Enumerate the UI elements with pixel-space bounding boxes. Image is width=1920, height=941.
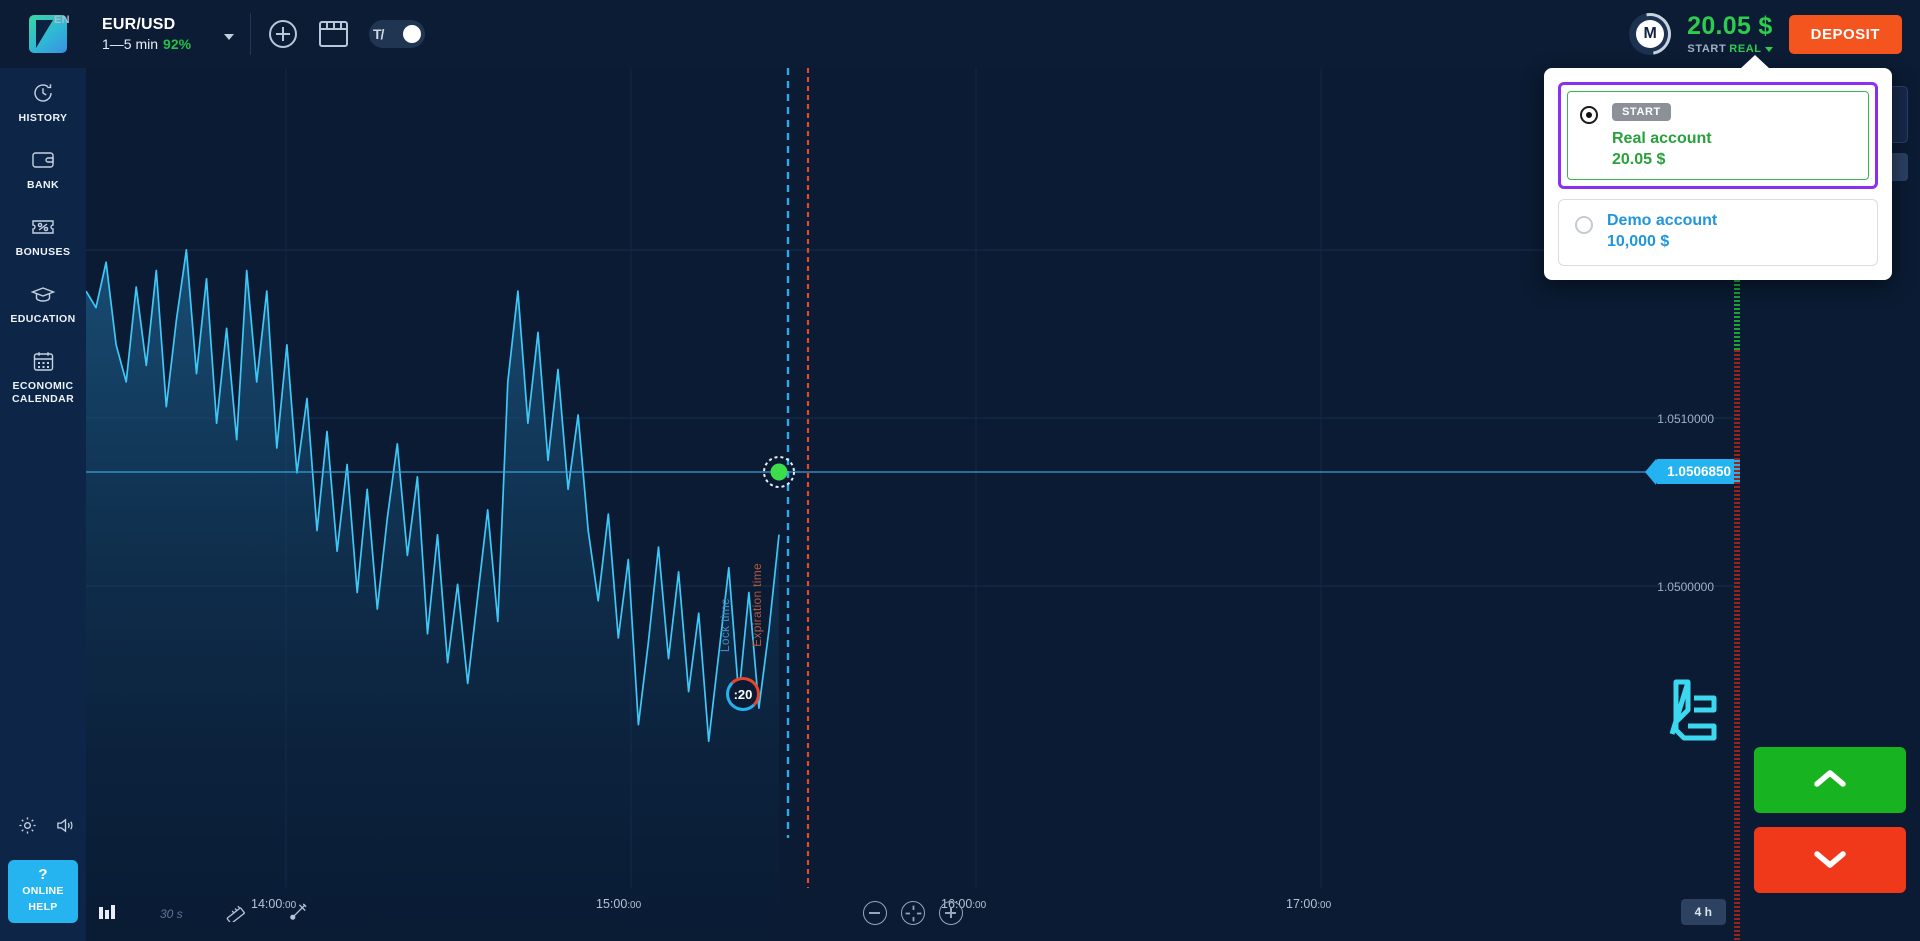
- sidebar-item-bonuses[interactable]: BONUSES: [0, 202, 86, 269]
- toggle-knob: [403, 25, 421, 43]
- avatar[interactable]: M: [1620, 4, 1680, 64]
- wallet-icon: [4, 147, 82, 173]
- account-real-balance: 20.05 $: [1612, 151, 1666, 168]
- sidebar-label: BONUSES: [15, 246, 71, 258]
- balance-type-label: REAL: [1729, 42, 1762, 55]
- balance-selector[interactable]: 20.05 $ START REAL: [1687, 11, 1773, 55]
- lock-time-label: Lock time: [718, 598, 732, 653]
- add-asset-button[interactable]: [267, 18, 299, 50]
- scale-strip-red: [1734, 350, 1740, 941]
- avatar-letter: M: [1636, 20, 1665, 48]
- clock-icon: [4, 80, 82, 106]
- tradingview-icon: T/: [373, 26, 384, 42]
- sidebar-label: HISTORY: [18, 112, 68, 124]
- time-axis-seconds: :00: [1317, 900, 1332, 911]
- chart-bottom-tools: 30 s: [86, 901, 309, 927]
- sidebar-item-education[interactable]: EDUCATION: [0, 269, 86, 336]
- chevron-down-icon[interactable]: [224, 34, 234, 40]
- brand-logo-watermark: [1654, 672, 1728, 751]
- account-real-details: START Real account 20.05 $: [1612, 102, 1712, 169]
- account-option-demo[interactable]: Demo account 10,000 $: [1558, 199, 1878, 266]
- chevron-down-icon: [1810, 847, 1850, 874]
- account-demo-name: Demo account: [1607, 212, 1718, 229]
- chevron-up-icon: [1810, 767, 1850, 794]
- price-chart[interactable]: 1.0520000 1.0510000 1.0500000 1.0506850 …: [86, 68, 1740, 941]
- price-axis-label: 1.0510000: [1657, 412, 1714, 426]
- sidebar-tools: [0, 816, 86, 840]
- price-axis-label: 1.0500000: [1657, 580, 1714, 594]
- chart-canvas: [86, 68, 1740, 941]
- zoom-in-icon[interactable]: [939, 901, 963, 925]
- sidebar-bottom: ? ONLINE HELP: [0, 816, 86, 941]
- online-help-button[interactable]: ? ONLINE HELP: [8, 860, 78, 923]
- reset-view-icon[interactable]: [901, 901, 925, 925]
- plus-circle-icon: [269, 20, 297, 48]
- panel-layout-icon: [318, 21, 348, 47]
- calendar-icon: [4, 348, 82, 374]
- percent-ticket-icon: [4, 214, 82, 240]
- speaker-icon[interactable]: [55, 816, 76, 840]
- current-price-tag: 1.0506850: [1645, 459, 1740, 485]
- brand-logo[interactable]: EN: [0, 0, 96, 68]
- balance-amount: 20.05 $: [1687, 11, 1773, 40]
- chart-zoom-controls: [863, 901, 963, 925]
- asset-pair-label: EUR/USD: [102, 15, 176, 33]
- account-real-name: Real account: [1612, 130, 1712, 147]
- radio-demo-account[interactable]: [1575, 216, 1593, 234]
- sidebar-label: ECONOMIC CALENDAR: [11, 380, 75, 405]
- account-option-real[interactable]: START Real account 20.05 $: [1558, 82, 1878, 189]
- radio-real-account[interactable]: [1580, 106, 1598, 124]
- sidebar-item-economic-calendar[interactable]: ECONOMIC CALENDAR: [0, 336, 86, 416]
- account-demo-balance: 10,000 $: [1607, 233, 1670, 250]
- countdown-timer: :20: [726, 677, 760, 711]
- drawing-tools-icon[interactable]: [288, 901, 309, 927]
- help-line1: ONLINE: [22, 885, 64, 897]
- left-sidebar: HISTORY BANK BONUSES EDUCATION ECONOMIC …: [0, 68, 86, 941]
- language-label[interactable]: EN: [54, 14, 70, 26]
- time-axis-label: 17:00:00: [1286, 897, 1331, 911]
- duration-label: 1—5 min: [102, 35, 159, 52]
- zoom-out-icon[interactable]: [863, 901, 887, 925]
- asset-duration-row: 1—5 min 92%: [102, 34, 214, 54]
- status-badge: START: [1612, 103, 1671, 121]
- time-axis-seconds: :00: [972, 900, 987, 911]
- help-line2: HELP: [28, 901, 58, 913]
- candlestick-icon[interactable]: [98, 903, 118, 926]
- time-axis-label: 15:00:00: [596, 897, 641, 911]
- time-axis-seconds: :00: [627, 900, 642, 911]
- trading-platform-app: EN EUR/USD 1—5 min 92% T/ M 20.05 $ STAR…: [0, 0, 1920, 941]
- account-dropdown: START Real account 20.05 $ Demo account …: [1544, 55, 1892, 280]
- account-option-real-inner: START Real account 20.05 $: [1567, 91, 1869, 180]
- gear-icon[interactable]: [18, 816, 37, 840]
- toolbar-divider: [250, 13, 251, 55]
- asset-selector[interactable]: EUR/USD 1—5 min 92%: [102, 15, 214, 54]
- balance-mode-label: START: [1687, 42, 1727, 55]
- tradingview-toggle[interactable]: T/: [369, 20, 425, 48]
- chevron-down-icon: [1764, 46, 1773, 52]
- sidebar-label: BANK: [27, 179, 59, 191]
- sidebar-item-bank[interactable]: BANK: [0, 135, 86, 202]
- top-bar: EN EUR/USD 1—5 min 92% T/ M 20.05 $ STAR…: [0, 0, 1920, 68]
- buy-up-button[interactable]: [1754, 747, 1906, 813]
- time-axis-hour: 17:00: [1286, 897, 1318, 911]
- time-axis-hour: 15:00: [596, 897, 628, 911]
- layout-button[interactable]: [317, 18, 349, 50]
- top-bar-right: M 20.05 $ START REAL DEPOSIT: [1620, 4, 1920, 64]
- question-mark-icon: ?: [38, 866, 48, 883]
- deposit-button[interactable]: DEPOSIT: [1788, 14, 1902, 54]
- ruler-icon[interactable]: [225, 901, 246, 927]
- payout-percent-label: 92%: [163, 35, 192, 52]
- expiration-time-label: Expiration time: [750, 563, 764, 647]
- sell-down-button[interactable]: [1754, 827, 1906, 893]
- sidebar-item-history[interactable]: HISTORY: [0, 68, 86, 135]
- account-demo-details: Demo account 10,000 $: [1607, 212, 1717, 251]
- balance-subtitle: START REAL: [1687, 42, 1773, 55]
- graduation-cap-icon: [4, 281, 82, 307]
- interval-label[interactable]: 30 s: [160, 907, 183, 921]
- sidebar-label: EDUCATION: [10, 313, 76, 325]
- timeframe-button[interactable]: 4 h: [1680, 899, 1726, 925]
